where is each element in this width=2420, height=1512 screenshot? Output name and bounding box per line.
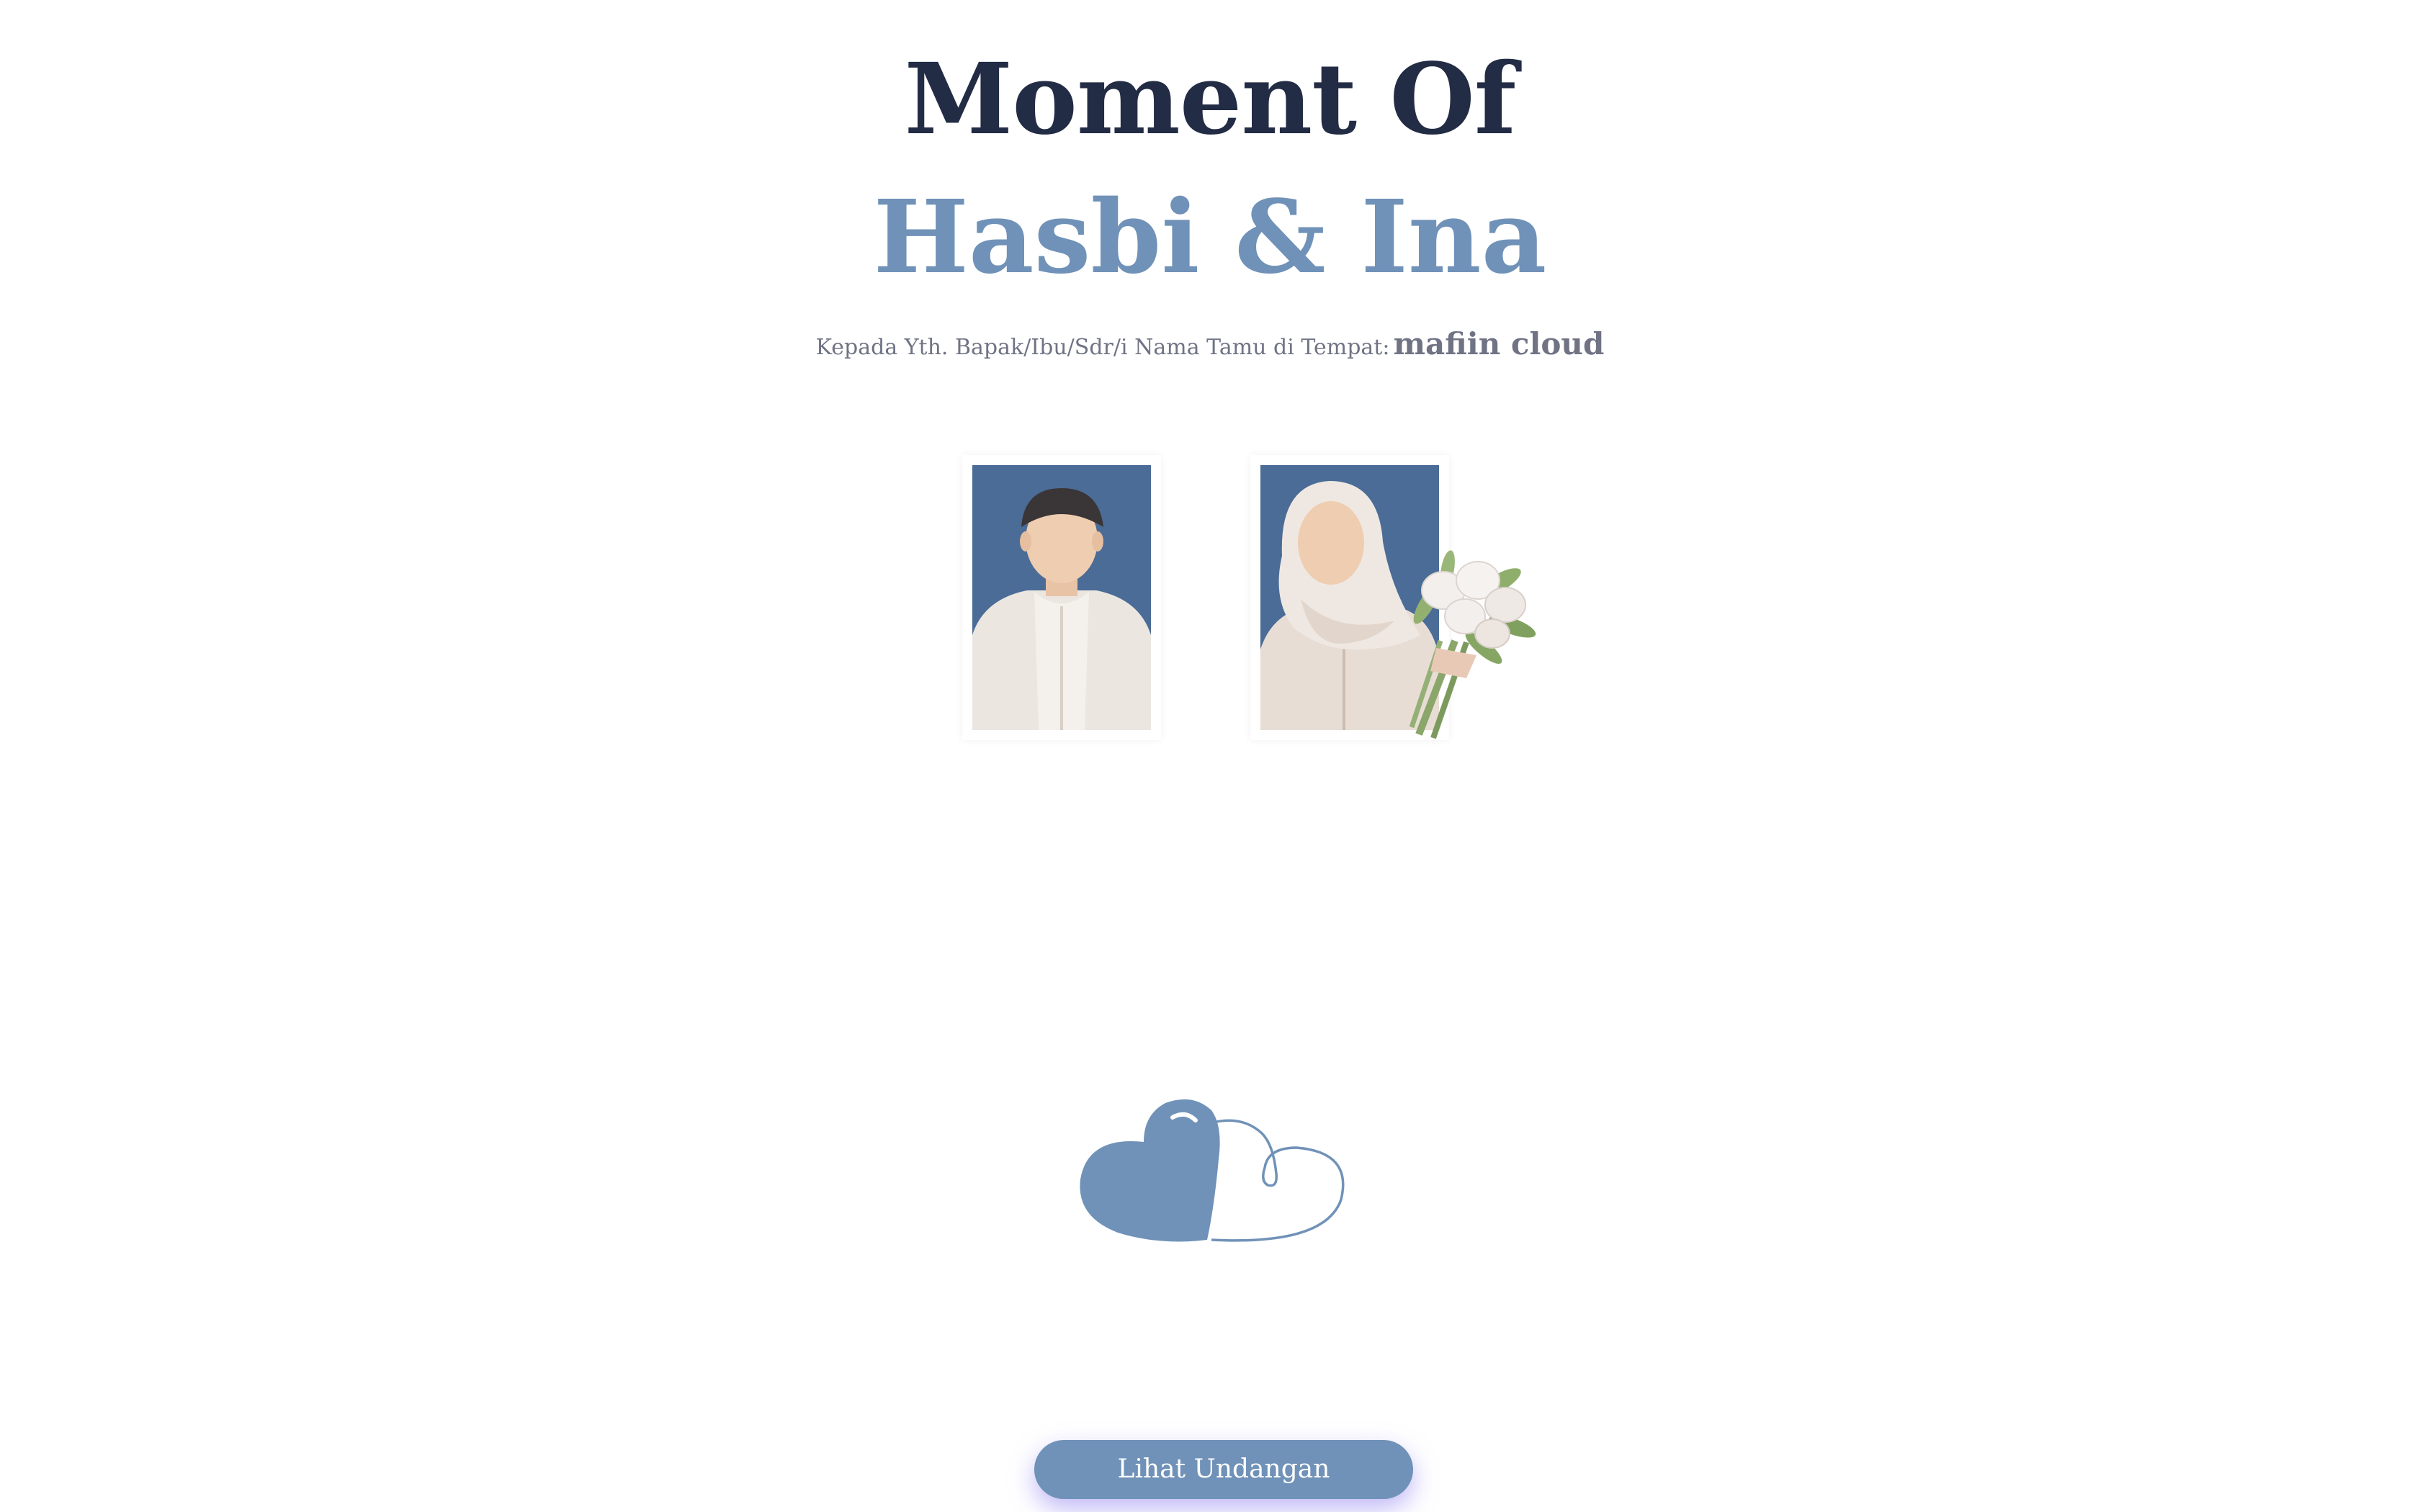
bouquet-illustration-icon [1409,550,1536,739]
view-invitation-button[interactable]: Lihat Undangan [1034,1440,1413,1499]
guest-greeting: Kepada Yth. Bapak/Ibu/Sdr/i Nama Tamu di… [0,323,2420,372]
groom-illustration-icon [972,465,1151,730]
title-moment-of: Moment Of [904,42,1517,157]
double-heart-icon [1080,1099,1345,1242]
guest-greeting-prefix: Kepada Yth. Bapak/Ibu/Sdr/i Nama Tamu di… [815,335,1390,360]
invitation-cover: Moment Of Hasbi & Ina Kepada Yth. Bapak/… [0,0,2420,1512]
groom-photo [962,455,1161,740]
guest-name: mafiin cloud [1393,326,1605,361]
couple-names: Hasbi & Ina [873,179,1547,297]
